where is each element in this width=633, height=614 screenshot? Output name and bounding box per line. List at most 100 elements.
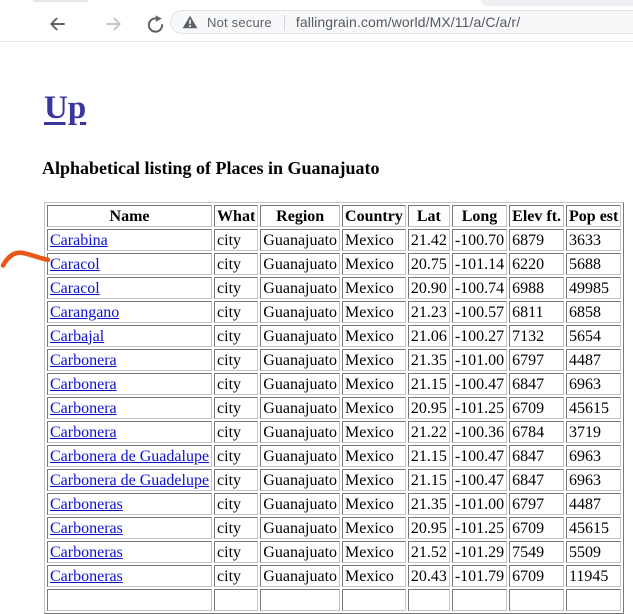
table-cell: Mexico (342, 469, 406, 491)
table-cell: 7549 (509, 541, 564, 563)
table-cell: city (214, 493, 258, 515)
place-link[interactable]: Carboneras (50, 568, 123, 585)
table-cell: Guanajuato (260, 373, 340, 395)
table-cell: 21.15 (408, 373, 450, 395)
reload-button[interactable] (146, 14, 166, 34)
table-cell: 6988 (509, 277, 564, 299)
place-link[interactable]: Carbajal (50, 328, 104, 345)
table-row: Carbonera cityGuanajuatoMexico21.22-100.3… (47, 421, 621, 443)
table-cell: -100.47 (452, 373, 507, 395)
table-row: CarboneracityGuanajuatoMexico20.95-101.2… (47, 397, 621, 419)
table-cell: 6784 (509, 421, 564, 443)
place-link[interactable]: Carbonera (50, 352, 117, 369)
places-table: NameWhatRegionCountryLatLongElev ft.Pop … (44, 202, 624, 614)
table-cell: 6797 (509, 493, 564, 515)
place-name-cell: Carbajal (47, 325, 212, 347)
table-body: CarabinacityGuanajuatoMexico21.42-100.70… (47, 229, 621, 611)
table-row: Carbonera cityGuanajuatoMexico21.15-100.4… (47, 373, 621, 395)
table-cell (214, 589, 258, 611)
address-bar[interactable]: Not secure fallingrain.com/world/MX/11/a… (170, 10, 633, 34)
not-secure-warning-icon (182, 15, 198, 29)
table-cell: city (214, 253, 258, 275)
table-cell: 6847 (509, 469, 564, 491)
place-name-cell: Carboneras (47, 541, 212, 563)
table-cell: Guanajuato (260, 421, 340, 443)
table-cell: -100.27 (452, 325, 507, 347)
place-link[interactable]: Carangano (50, 304, 119, 321)
table-cell: -100.47 (452, 445, 507, 467)
table-cell: 3633 (566, 229, 621, 251)
table-cell: Guanajuato (260, 445, 340, 467)
column-header: Country (342, 205, 406, 227)
forward-arrow-icon (104, 14, 124, 34)
table-row: CarabinacityGuanajuatoMexico21.42-100.70… (47, 229, 621, 251)
table-cell: 6709 (509, 397, 564, 419)
forward-button[interactable] (104, 14, 124, 34)
url-separator (284, 15, 285, 30)
table-cell: -100.36 (452, 421, 507, 443)
table-cell: Mexico (342, 493, 406, 515)
table-cell: 6847 (509, 373, 564, 395)
security-label[interactable]: Not secure (207, 15, 272, 30)
table-row: CarboneracityGuanajuatoMexico21.35-101.0… (47, 349, 621, 371)
table-cell: Mexico (342, 421, 406, 443)
table-cell: Mexico (342, 373, 406, 395)
table-cell: city (214, 421, 258, 443)
up-link[interactable]: Up (44, 90, 86, 126)
column-header: Pop est (566, 205, 621, 227)
table-cell: Mexico (342, 517, 406, 539)
table-cell: 20.95 (408, 397, 450, 419)
table-cell: -101.25 (452, 397, 507, 419)
column-header: Long (452, 205, 507, 227)
place-name-cell: Carboneras (47, 517, 212, 539)
place-name-cell: Carbonera (47, 373, 212, 395)
table-cell: 21.22 (408, 421, 450, 443)
table-cell: city (214, 325, 258, 347)
table-cell: city (214, 517, 258, 539)
table-cell: -101.14 (452, 253, 507, 275)
table-cell: 45615 (566, 397, 621, 419)
place-name-cell: Carbonera (47, 397, 212, 419)
table-cell: city (214, 397, 258, 419)
table-cell: city (214, 373, 258, 395)
table-cell: Mexico (342, 277, 406, 299)
table-cell: 4487 (566, 349, 621, 371)
column-header: Elev ft. (509, 205, 564, 227)
table-cell: -100.74 (452, 277, 507, 299)
place-link[interactable]: Carbonera de Guadalupe (50, 448, 209, 465)
place-link[interactable]: Caracol (50, 256, 100, 273)
place-link[interactable]: Carbonera (50, 400, 117, 417)
table-cell: 6709 (509, 517, 564, 539)
table-cell (566, 589, 621, 611)
place-link[interactable]: Carboneras (50, 520, 123, 537)
table-cell: Guanajuato (260, 397, 340, 419)
table-row: CarbonerascityGuanajuatoMexico21.52-101.… (47, 541, 621, 563)
table-cell: -101.29 (452, 541, 507, 563)
place-link[interactable]: Carboneras (50, 544, 123, 561)
table-cell: Mexico (342, 349, 406, 371)
place-link[interactable]: Caracol (50, 280, 100, 297)
table-cell: Guanajuato (260, 277, 340, 299)
place-link[interactable]: Carbonera (50, 376, 117, 393)
table-cell: city (214, 229, 258, 251)
place-link[interactable]: Carboneras (50, 496, 123, 513)
table-cell: Guanajuato (260, 469, 340, 491)
table-cell: 6220 (509, 253, 564, 275)
place-link[interactable]: Carbonera (50, 424, 117, 441)
table-cell: 11945 (566, 565, 621, 587)
table-cell (47, 589, 212, 611)
tab-strip-remnant-left (33, 0, 88, 2)
table-cell: 5688 (566, 253, 621, 275)
place-name-cell: Carbonera de Guadelupe (47, 469, 212, 491)
table-cell: 20.90 (408, 277, 450, 299)
table-cell: -100.47 (452, 469, 507, 491)
place-link[interactable]: Carbonera de Guadelupe (50, 472, 209, 489)
table-row: CarbonerascityGuanajuatoMexico20.43-101.… (47, 565, 621, 587)
back-button[interactable] (47, 14, 67, 34)
url-text[interactable]: fallingrain.com/world/MX/11/a/C/a/r/ (296, 14, 520, 30)
place-link[interactable]: Carabina (50, 232, 108, 249)
table-cell: 20.95 (408, 517, 450, 539)
place-name-cell: Carbonera (47, 421, 212, 443)
table-cell: 21.15 (408, 445, 450, 467)
table-cell: 6963 (566, 373, 621, 395)
